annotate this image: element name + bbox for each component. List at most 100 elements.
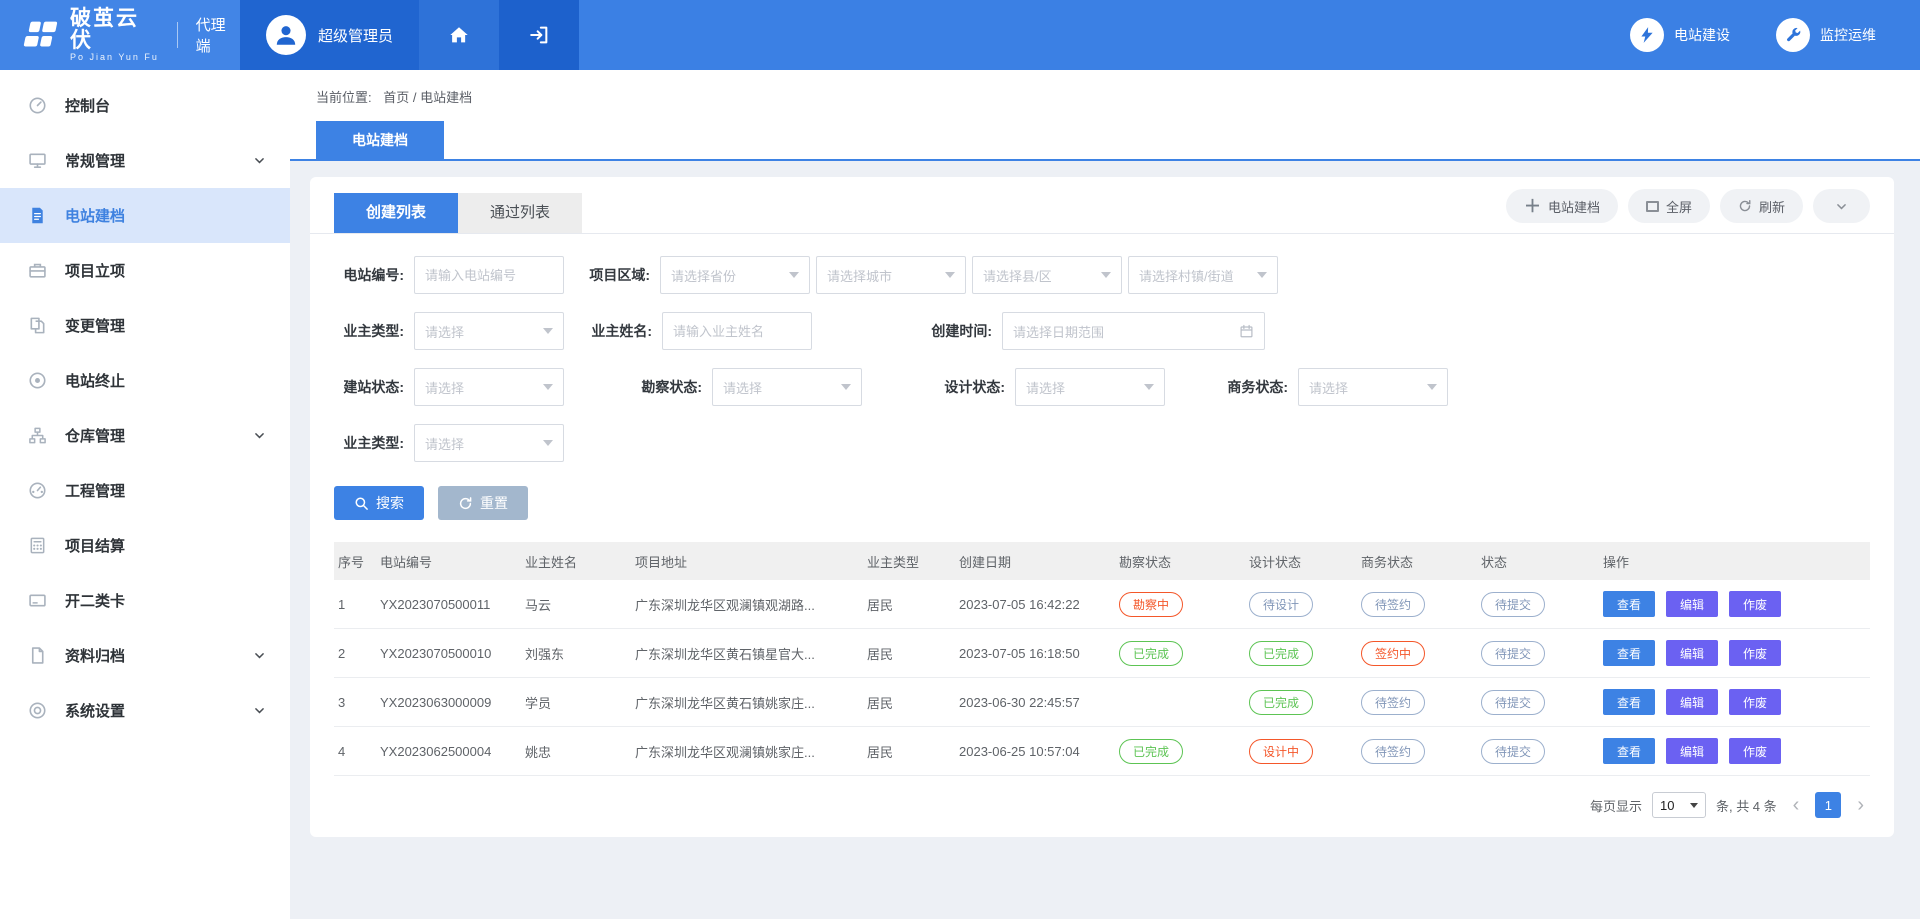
create-station-button[interactable]: ＋ 电站建档 (1506, 189, 1618, 223)
design-status-badge: 已完成 (1249, 690, 1313, 715)
filter-row-1: 电站编号: 项目区域: 请选择省份 请选择城市 请选择县/区 (334, 256, 1870, 294)
breadcrumb-path[interactable]: 首页 / 电站建档 (383, 90, 472, 105)
cell-owner: 刘强东 (521, 644, 631, 663)
create-station-label: 电站建档 (1548, 197, 1600, 216)
sidebar-item-change-management[interactable]: 变更管理 (0, 298, 290, 353)
design-status-select[interactable]: 请选择 (1015, 368, 1165, 406)
sidebar-item-label: 项目立项 (65, 260, 125, 281)
page-tab[interactable]: 电站建档 (316, 121, 444, 159)
sidebar-item-label: 控制台 (65, 95, 110, 116)
view-button[interactable]: 查看 (1603, 640, 1655, 666)
caret-down-icon (1144, 384, 1154, 390)
view-button[interactable]: 查看 (1603, 689, 1655, 715)
sidebar-item-label: 系统设置 (65, 700, 125, 721)
quick-link-construction[interactable]: 电站建设 (1630, 18, 1730, 52)
business-status-placeholder: 请选择 (1309, 378, 1348, 397)
cell-code: YX2023063000009 (376, 695, 521, 710)
town-select[interactable]: 请选择村镇/街道 (1128, 256, 1278, 294)
edit-button[interactable]: 编辑 (1666, 738, 1718, 764)
collapse-toolbar-button[interactable] (1813, 189, 1870, 223)
date-range-picker[interactable]: 请选择日期范围 (1002, 312, 1265, 350)
cell-seq: 2 (334, 646, 376, 661)
user-menu[interactable]: 超级管理员 (240, 0, 419, 70)
tab-passed-list[interactable]: 通过列表 (458, 193, 582, 233)
tab-create-list[interactable]: 创建列表 (334, 193, 458, 233)
monitor-icon (28, 151, 47, 170)
province-select[interactable]: 请选择省份 (660, 256, 810, 294)
refresh-label: 刷新 (1759, 197, 1785, 216)
sidebar-item-data-archive[interactable]: 资料归档 (0, 628, 290, 683)
county-placeholder: 请选择县/区 (983, 266, 1052, 285)
station-code-input[interactable] (414, 256, 564, 294)
sidebar-item-general[interactable]: 常规管理 (0, 133, 290, 188)
void-button[interactable]: 作废 (1729, 640, 1781, 666)
home-button[interactable] (419, 0, 499, 70)
sidebar-item-system-settings[interactable]: 系统设置 (0, 683, 290, 738)
edit-button[interactable]: 编辑 (1666, 640, 1718, 666)
reset-icon (458, 496, 473, 511)
fullscreen-button[interactable]: 全屏 (1628, 189, 1710, 223)
county-select[interactable]: 请选择县/区 (972, 256, 1122, 294)
settings-icon (28, 701, 47, 720)
cell-address: 广东深圳龙华区观澜镇观湖路... (631, 595, 863, 614)
caret-down-icon (1101, 272, 1111, 278)
per-page-select[interactable]: 10 (1652, 792, 1706, 818)
refresh-button[interactable]: 刷新 (1720, 189, 1803, 223)
edit-button[interactable]: 编辑 (1666, 689, 1718, 715)
search-button[interactable]: 搜索 (334, 486, 424, 520)
sidebar-item-project-approval[interactable]: 项目立项 (0, 243, 290, 298)
breadcrumb: 当前位置: 首页 / 电站建档 (290, 70, 1920, 121)
sidebar-item-label: 开二类卡 (65, 590, 125, 611)
view-button[interactable]: 查看 (1603, 738, 1655, 764)
void-button[interactable]: 作废 (1729, 689, 1781, 715)
filter-station-code: 电站编号: (334, 256, 564, 294)
reset-button[interactable]: 重置 (438, 486, 528, 520)
sidebar-item-engineering[interactable]: 工程管理 (0, 463, 290, 518)
survey-status-badge: 勘察中 (1119, 592, 1183, 617)
breadcrumb-bar: 当前位置: 首页 / 电站建档 电站建档 (290, 70, 1920, 161)
build-status-select[interactable]: 请选择 (414, 368, 564, 406)
sidebar-item-dashboard[interactable]: 控制台 (0, 78, 290, 133)
caret-down-icon (789, 272, 799, 278)
next-page-button[interactable]: › (1851, 795, 1870, 815)
owner-type-select[interactable]: 请选择 (414, 312, 564, 350)
col-actions: 操作 (1599, 552, 1870, 571)
fullscreen-label: 全屏 (1666, 197, 1692, 216)
province-placeholder: 请选择省份 (671, 266, 736, 285)
logout-icon (528, 24, 550, 46)
caret-down-icon (1257, 272, 1267, 278)
owner-type-2-select[interactable]: 请选择 (414, 424, 564, 462)
status-badge: 待提交 (1481, 592, 1545, 617)
owner-name-input[interactable] (662, 312, 812, 350)
quick-link-monitoring[interactable]: 监控运维 (1776, 18, 1876, 52)
void-button[interactable]: 作废 (1729, 591, 1781, 617)
prev-page-button[interactable]: ‹ (1787, 795, 1806, 815)
sidebar-item-station-archive[interactable]: 电站建档 (0, 188, 290, 243)
edit-button[interactable]: 编辑 (1666, 591, 1718, 617)
view-button[interactable]: 查看 (1603, 591, 1655, 617)
filter-row-2: 业主类型: 请选择 业主姓名: 创建时间: 请选择日期范围 (334, 312, 1870, 350)
filter-form: 电站编号: 项目区域: 请选择省份 请选择城市 请选择县/区 (310, 234, 1894, 462)
sidebar-item-open-card[interactable]: 开二类卡 (0, 573, 290, 628)
owner-type-placeholder: 请选择 (425, 322, 464, 341)
sidebar-item-warehouse[interactable]: 仓库管理 (0, 408, 290, 463)
filter-region: 项目区域: 请选择省份 请选择城市 请选择县/区 请选择村镇/街道 (580, 256, 1278, 294)
sidebar-item-station-termination[interactable]: 电站终止 (0, 353, 290, 408)
void-button[interactable]: 作废 (1729, 738, 1781, 764)
business-status-select[interactable]: 请选择 (1298, 368, 1448, 406)
filter-label: 业主类型: (334, 433, 404, 453)
sidebar-item-project-settlement[interactable]: 项目结算 (0, 518, 290, 573)
page-number[interactable]: 1 (1815, 792, 1841, 818)
status-badge: 待提交 (1481, 690, 1545, 715)
survey-status-select[interactable]: 请选择 (712, 368, 862, 406)
list-tabs: 创建列表 通过列表 (334, 193, 582, 233)
archive-icon (28, 646, 47, 665)
topbar-quick-links: 电站建设 监控运维 (1630, 0, 1920, 70)
city-select[interactable]: 请选择城市 (816, 256, 966, 294)
cell-seq: 3 (334, 695, 376, 710)
logout-button[interactable] (499, 0, 579, 70)
cell-created: 2023-07-05 16:42:22 (955, 597, 1115, 612)
sidebar-item-label: 变更管理 (65, 315, 125, 336)
sitemap-icon (28, 426, 47, 445)
sidebar-item-label: 电站建档 (65, 205, 125, 226)
